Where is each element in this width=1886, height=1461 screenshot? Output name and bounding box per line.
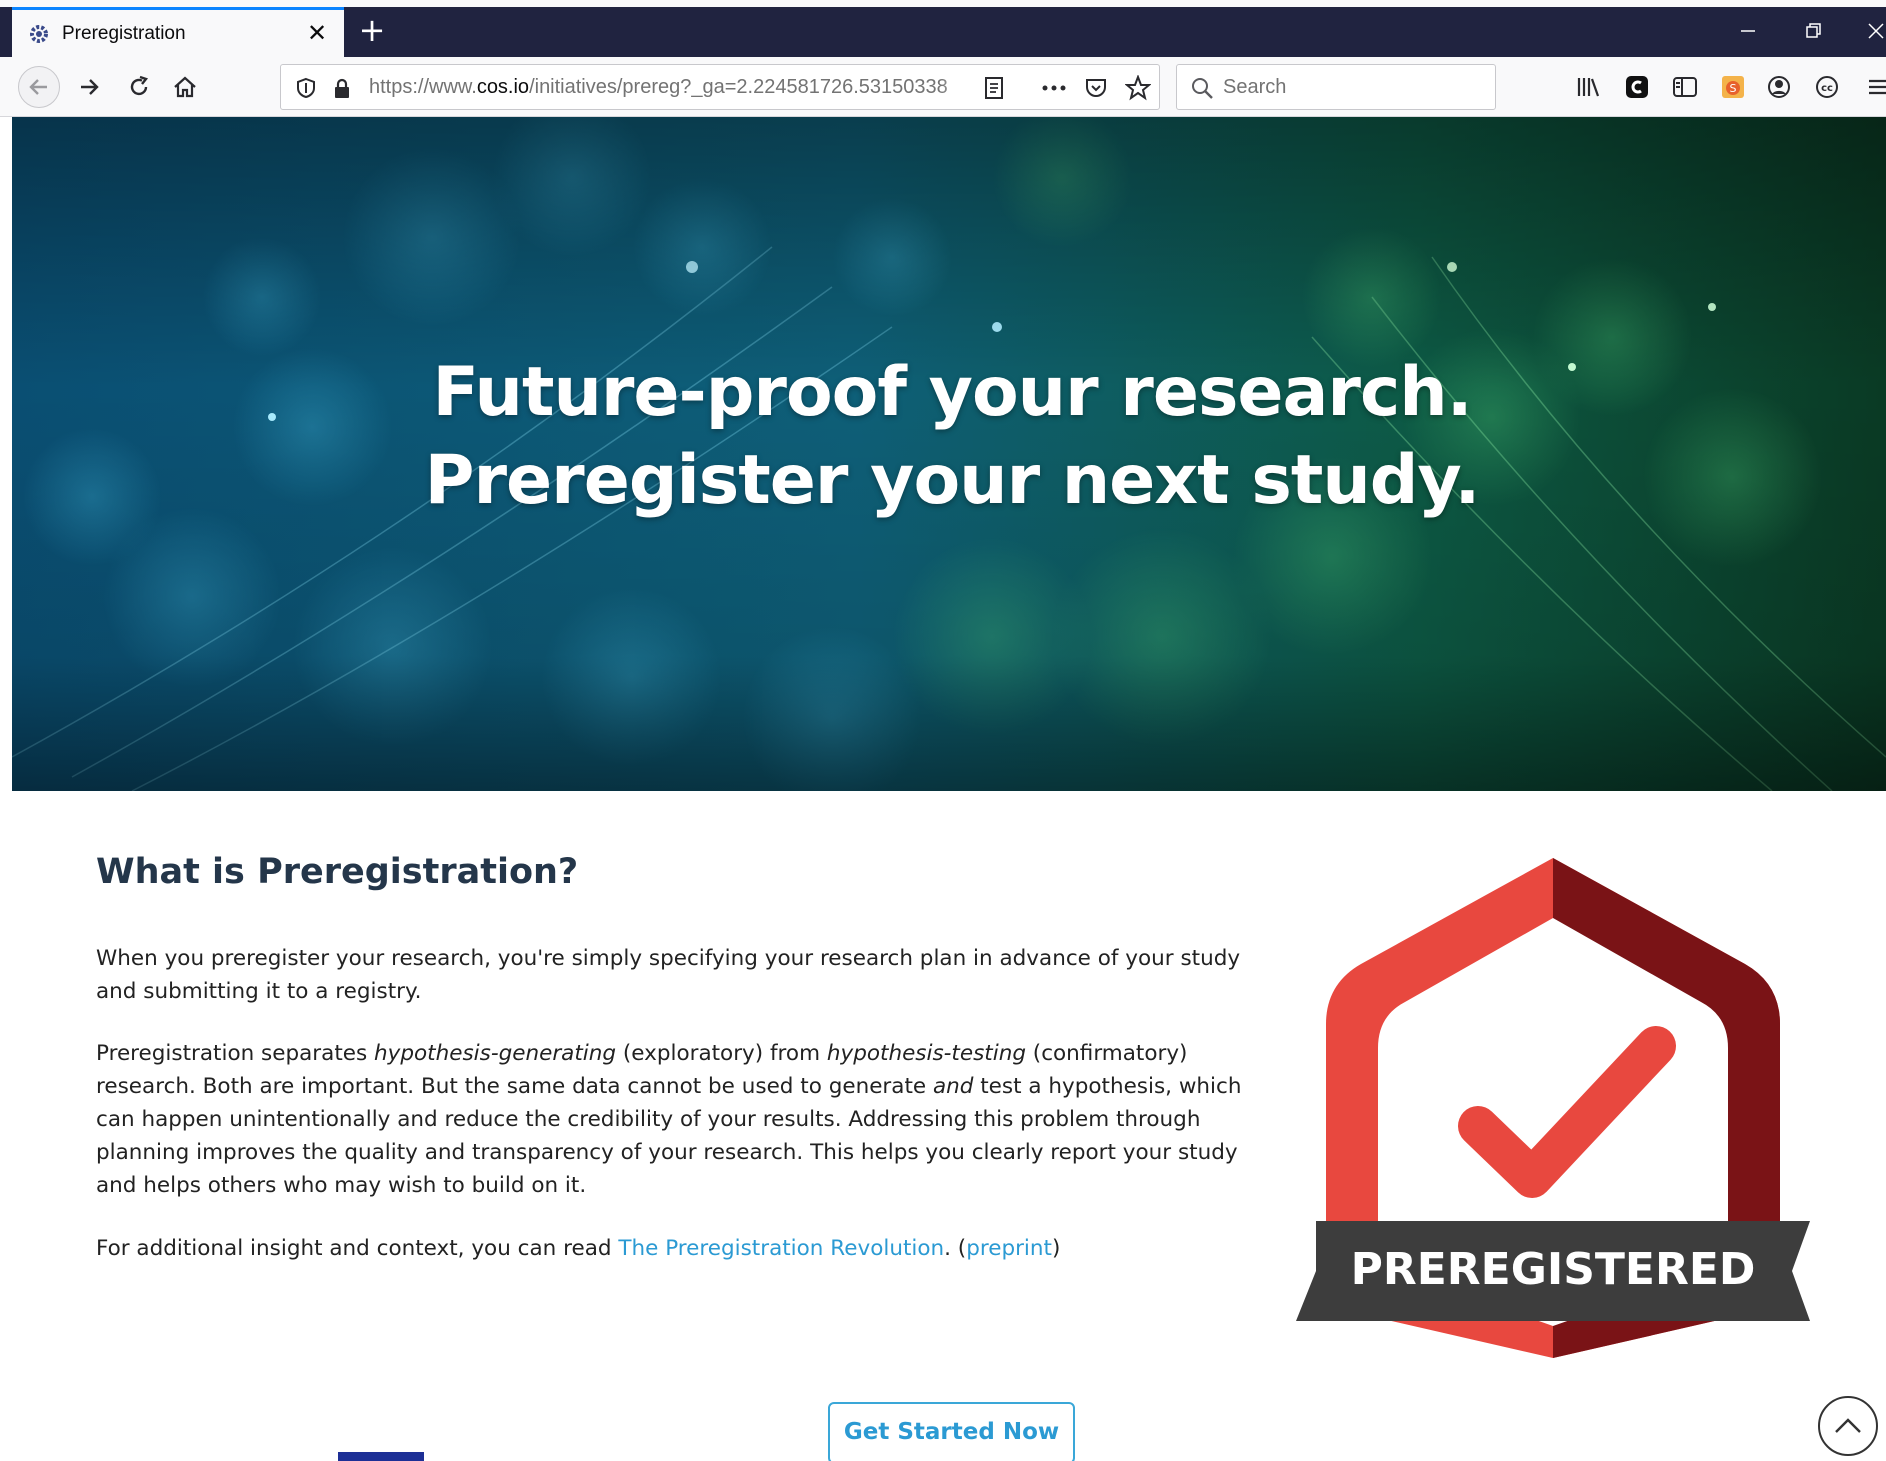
extension-c-icon[interactable] xyxy=(1620,70,1654,104)
minimize-icon[interactable] xyxy=(1728,14,1768,48)
tab-preregistration[interactable]: Preregistration ✕ xyxy=(12,7,344,57)
preregistered-badge: PREREGISTERED xyxy=(1296,858,1810,1358)
scroll-to-top-button[interactable] xyxy=(1818,1396,1878,1456)
hero-title-line-1: Future-proof your research. xyxy=(432,353,1472,432)
search-placeholder: Search xyxy=(1223,76,1287,98)
paragraph-explanation: Preregistration separates hypothesis-gen… xyxy=(96,1041,1242,1198)
section-heading: What is Preregistration? xyxy=(96,852,579,892)
url-text: https://www.cos.io/initiatives/prereg?_g… xyxy=(369,76,948,98)
hero-banner: Future-proof your research. Preregister … xyxy=(12,117,1886,791)
hero-title: Future-proof your research. Preregister … xyxy=(12,349,1886,525)
bookmark-star-icon[interactable] xyxy=(1121,71,1155,105)
new-tab-button[interactable]: + xyxy=(354,12,390,52)
svg-text:cc: cc xyxy=(1821,83,1833,94)
cos-favicon-icon xyxy=(26,21,52,47)
pocket-icon[interactable] xyxy=(1079,71,1113,105)
search-icon xyxy=(1185,71,1219,105)
home-button[interactable] xyxy=(164,66,206,108)
forward-button[interactable] xyxy=(68,66,110,108)
tab-title: Preregistration xyxy=(62,22,186,44)
forward-arrow-icon xyxy=(81,79,99,95)
navigation-toolbar: https://www.cos.io/initiatives/prereg?_g… xyxy=(0,57,1886,117)
paragraph-intro: When you preregister your research, you'… xyxy=(96,946,1241,1004)
creative-commons-icon[interactable]: cc xyxy=(1810,70,1844,104)
hero-title-line-2: Preregister your next study. xyxy=(424,441,1481,520)
reader-view-icon[interactable] xyxy=(977,71,1011,105)
badge-label: PREREGISTERED xyxy=(1351,1244,1756,1295)
chevron-up-icon xyxy=(1835,1418,1861,1433)
extension-orange-icon[interactable]: S xyxy=(1716,70,1750,104)
reload-button[interactable] xyxy=(118,66,160,108)
close-window-icon[interactable] xyxy=(1856,14,1886,48)
paragraph-further-reading: For additional insight and context, you … xyxy=(96,1236,1061,1261)
close-tab-icon[interactable]: ✕ xyxy=(302,18,332,48)
url-bar[interactable]: https://www.cos.io/initiatives/prereg?_g… xyxy=(280,64,1160,110)
search-bar[interactable]: Search xyxy=(1176,64,1496,110)
get-started-button[interactable]: Get Started Now xyxy=(828,1402,1075,1461)
svg-text:S: S xyxy=(1730,82,1737,95)
back-button[interactable] xyxy=(18,66,60,108)
partial-blue-element xyxy=(338,1452,424,1461)
sidebar-icon[interactable] xyxy=(1668,70,1702,104)
tracking-shield-icon[interactable] xyxy=(289,71,323,105)
restore-icon[interactable] xyxy=(1794,14,1834,48)
reload-icon xyxy=(130,75,149,96)
account-icon[interactable] xyxy=(1762,70,1796,104)
preprint-link[interactable]: preprint xyxy=(966,1236,1052,1261)
page-actions-icon[interactable] xyxy=(1037,71,1071,105)
back-arrow-icon xyxy=(29,79,47,95)
home-icon xyxy=(174,76,196,98)
lock-icon[interactable] xyxy=(325,71,359,105)
preregistration-revolution-link[interactable]: The Preregistration Revolution xyxy=(618,1236,944,1261)
library-icon[interactable] xyxy=(1572,70,1606,104)
menu-icon[interactable] xyxy=(1860,70,1886,104)
